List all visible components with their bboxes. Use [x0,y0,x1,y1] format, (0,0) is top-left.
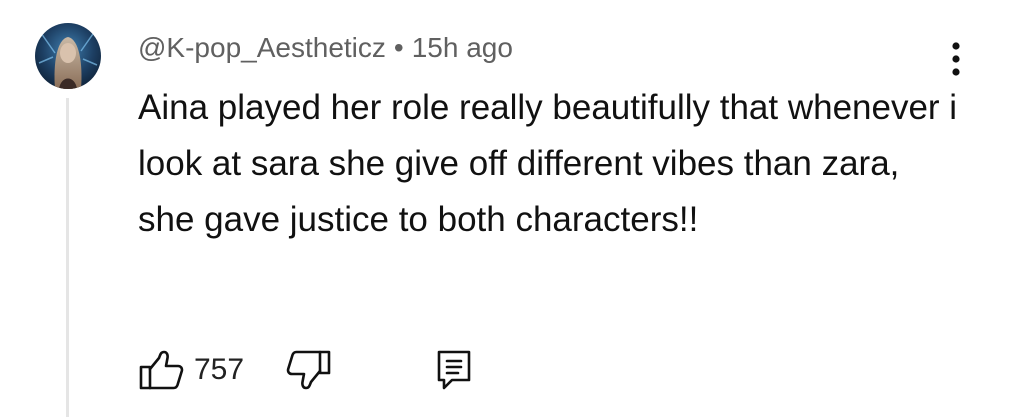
thumbs-down-icon [286,350,331,390]
reply-button[interactable] [436,349,472,391]
dislike-button[interactable] [286,349,332,391]
thread-line [66,98,69,417]
comment-reply-icon [437,350,471,390]
more-options-button[interactable] [938,40,974,80]
more-vert-icon [952,42,960,76]
comment-header: @K-pop_Aestheticz • 15h ago [138,30,513,66]
comment-actions: 757 [138,345,472,395]
like-count: 757 [194,353,245,386]
thumbs-up-icon [139,350,184,390]
like-button[interactable]: 757 [138,349,244,391]
avatar-image [35,23,101,89]
separator-dot: • [393,32,404,63]
comment-text: Aina played her role really beautifully … [138,88,958,239]
timestamp[interactable]: 15h ago [412,32,513,63]
avatar[interactable] [35,23,101,89]
author-name[interactable]: @K-pop_Aestheticz [138,32,386,63]
